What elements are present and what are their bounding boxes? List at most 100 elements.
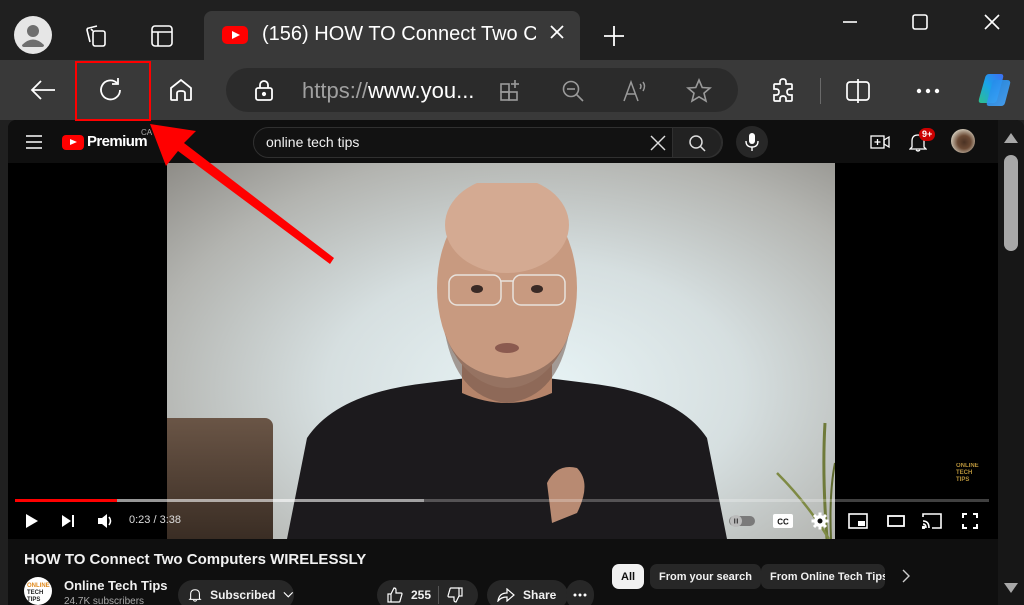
zoom-out-icon (562, 80, 584, 102)
scroll-down-arrow-icon[interactable] (1004, 583, 1018, 593)
theater-mode-button[interactable] (885, 511, 907, 531)
workspaces-icon (86, 25, 106, 47)
more-actions-button[interactable] (566, 580, 594, 605)
thumbs-down-icon (447, 587, 463, 603)
like-divider (438, 586, 439, 604)
next-button[interactable] (58, 511, 78, 531)
home-button[interactable] (164, 74, 198, 106)
split-screen-button[interactable] (842, 76, 874, 106)
add-favorite-button[interactable] (686, 78, 712, 104)
close-icon (550, 25, 564, 39)
settings-and-more-button[interactable] (912, 76, 944, 106)
cast-button[interactable] (921, 511, 943, 531)
video-info: HOW TO Connect Two Computers WIRELESSLY … (8, 539, 998, 605)
logo-text: Premium (87, 133, 148, 150)
dislike-button[interactable] (447, 587, 463, 603)
microphone-icon (745, 133, 759, 151)
like-button[interactable]: 255 (377, 580, 439, 605)
autoplay-toggle-icon (729, 515, 755, 527)
tab-actions-icon (151, 25, 173, 47)
minimize-button[interactable] (830, 6, 870, 38)
like-dislike-group: 255 (377, 580, 478, 605)
play-icon (26, 514, 38, 528)
chip-all[interactable]: All (612, 564, 645, 589)
subscriber-count: 24.7K subscribers (64, 596, 145, 605)
miniplayer-button[interactable] (847, 511, 869, 531)
settings-button[interactable] (810, 511, 830, 531)
tab-actions-button[interactable] (146, 20, 178, 52)
star-icon (686, 78, 712, 103)
site-info-button[interactable] (252, 78, 276, 102)
new-tab-button[interactable] (598, 20, 630, 52)
chevron-right-icon (902, 569, 910, 583)
thumbs-up-icon (387, 587, 403, 603)
split-screen-icon (846, 79, 870, 103)
chip-from-your-search[interactable]: From your search (650, 564, 761, 589)
app-available-button[interactable] (498, 78, 524, 104)
refresh-highlight-box (75, 61, 151, 121)
cast-icon (922, 513, 942, 529)
close-window-button[interactable] (972, 6, 1012, 38)
channel-name[interactable]: Online Tech Tips (64, 578, 168, 593)
url-text[interactable]: https://www.you... (302, 78, 474, 104)
chip-from-online-tech-tips[interactable]: From Online Tech Tips (761, 564, 885, 589)
closed-captions-icon: CC (773, 514, 793, 528)
read-aloud-icon (623, 79, 646, 102)
back-arrow-icon (30, 80, 55, 100)
channel-avatar[interactable]: ONLINE TECH TIPS (24, 577, 52, 605)
search-button[interactable] (672, 127, 722, 158)
gear-icon (811, 512, 829, 530)
search-box[interactable]: online tech tips (253, 127, 723, 158)
subscribed-label: Subscribed (210, 588, 276, 602)
autoplay-toggle[interactable] (729, 511, 755, 531)
channel-watermark[interactable]: ONLINE TECH TIPS (956, 463, 979, 484)
home-icon (170, 78, 192, 101)
tab-close-button[interactable] (548, 23, 566, 41)
browser-tab-active[interactable]: (156) HOW TO Connect Two Com (204, 11, 580, 60)
copilot-icon (978, 74, 1011, 106)
workspaces-button[interactable] (80, 20, 112, 52)
subtitles-button[interactable]: CC (772, 511, 794, 531)
address-bar[interactable]: https://www.you... (226, 68, 738, 112)
app-available-icon (500, 80, 519, 101)
scroll-up-arrow-icon[interactable] (1004, 133, 1018, 143)
mute-button[interactable] (96, 511, 116, 531)
video-frame[interactable] (167, 163, 835, 539)
bell-icon (188, 589, 202, 602)
share-label: Share (523, 588, 557, 602)
extensions-button[interactable] (768, 76, 798, 106)
clear-search-button[interactable] (650, 135, 666, 151)
share-button[interactable]: Share (487, 580, 568, 605)
theater-mode-icon (887, 515, 905, 527)
back-button[interactable] (26, 74, 60, 106)
lock-icon (255, 80, 273, 101)
fullscreen-button[interactable] (959, 511, 981, 531)
play-button[interactable] (22, 511, 42, 531)
voice-search-button[interactable] (736, 126, 768, 158)
page-scrollbar[interactable] (998, 120, 1024, 605)
profile-button[interactable] (14, 16, 52, 54)
toolbar-divider (820, 78, 821, 104)
like-count: 255 (411, 588, 432, 602)
read-aloud-button[interactable] (622, 78, 650, 104)
chips-next-button[interactable] (902, 569, 910, 583)
account-avatar[interactable] (951, 129, 975, 153)
chevron-down-icon (283, 591, 294, 598)
tab-title: (156) HOW TO Connect Two Com (262, 23, 536, 45)
youtube-favicon (222, 26, 248, 44)
subscribed-button[interactable]: Subscribed (178, 580, 294, 605)
youtube-premium-logo[interactable]: Premium CA (62, 128, 156, 155)
skip-next-icon (62, 515, 74, 527)
region-code: CA (141, 128, 153, 137)
maximize-button[interactable] (900, 6, 940, 38)
scrollbar-thumb[interactable] (1004, 155, 1018, 251)
presenter-in-video (287, 183, 727, 539)
copilot-button[interactable] (974, 71, 1014, 109)
zoom-button[interactable] (560, 78, 586, 104)
search-input[interactable]: online tech tips (266, 134, 359, 150)
more-icon (916, 88, 940, 94)
video-player[interactable]: ONLINE TECH TIPS 0:23 / 3:38 CC (8, 163, 998, 539)
guide-menu-button[interactable] (24, 132, 44, 152)
create-button[interactable] (870, 132, 890, 152)
youtube-logo-icon (62, 135, 84, 150)
